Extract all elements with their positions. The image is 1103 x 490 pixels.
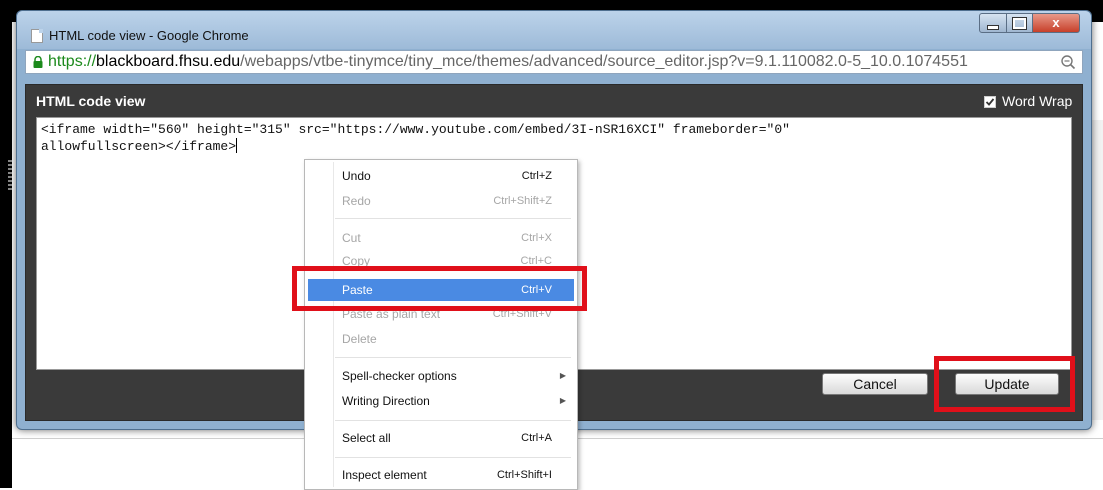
- paste-highlight-box: [292, 266, 587, 311]
- maximize-button[interactable]: [1006, 13, 1033, 33]
- menu-item-writing-direction[interactable]: Writing Direction ▶: [308, 390, 574, 412]
- code-text: <iframe width="560" height="315" src="ht…: [41, 122, 790, 154]
- url-path: /webapps/vtbe-tinymce/tiny_mce/themes/ad…: [240, 53, 968, 70]
- menu-separator: [335, 218, 571, 219]
- menu-item-redo[interactable]: Redo Ctrl+Shift+Z: [308, 190, 574, 212]
- resize-grip[interactable]: [8, 160, 12, 190]
- page-left-edge: [0, 22, 12, 488]
- update-highlight-box: [934, 356, 1075, 412]
- page-icon: [31, 29, 43, 43]
- url-scheme: https://: [48, 53, 97, 70]
- menu-item-spell-checker[interactable]: Spell-checker options ▶: [308, 365, 574, 387]
- address-bar[interactable]: https://blackboard.fhsu.edu/webapps/vtbe…: [25, 50, 1083, 74]
- menu-separator: [335, 420, 571, 421]
- window-title: HTML code view - Google Chrome: [49, 28, 249, 43]
- minimize-icon: [987, 25, 999, 30]
- menu-item-label: Inspect element: [342, 468, 427, 482]
- dialog-title: HTML code view: [36, 93, 146, 109]
- submenu-arrow-icon: ▶: [559, 396, 566, 405]
- context-menu: Undo Ctrl+Z Redo Ctrl+Shift+Z Cut Ctrl+X…: [304, 159, 578, 490]
- menu-item-delete[interactable]: Delete: [308, 328, 574, 350]
- menu-item-select-all[interactable]: Select all Ctrl+A: [308, 427, 574, 449]
- close-button[interactable]: x: [1032, 13, 1080, 33]
- menu-item-shortcut: Ctrl+Shift+Z: [493, 195, 552, 207]
- maximize-icon: [1012, 17, 1027, 30]
- menu-item-label: Spell-checker options: [342, 369, 457, 383]
- menu-item-shortcut: Ctrl+X: [521, 232, 552, 244]
- cancel-button[interactable]: Cancel: [822, 373, 928, 395]
- menu-item-undo[interactable]: Undo Ctrl+Z: [308, 165, 574, 187]
- word-wrap-checkbox[interactable]: [984, 96, 996, 108]
- menu-item-label: Undo: [342, 169, 371, 183]
- text-caret: [236, 138, 238, 153]
- menu-item-shortcut: Ctrl+Shift+I: [496, 469, 552, 481]
- menu-item-label: Cut: [342, 231, 361, 245]
- menu-item-shortcut: Ctrl+Z: [521, 170, 552, 182]
- menu-item-cut[interactable]: Cut Ctrl+X: [308, 227, 574, 249]
- zoom-icon[interactable]: [1060, 54, 1076, 70]
- close-icon: x: [1052, 15, 1060, 30]
- url-host: blackboard.fhsu.edu: [96, 53, 241, 70]
- minimize-button[interactable]: [979, 13, 1007, 33]
- window-titlebar[interactable]: HTML code view - Google Chrome x: [17, 11, 1091, 49]
- word-wrap-label[interactable]: Word Wrap: [1002, 93, 1072, 109]
- menu-item-label: Delete: [342, 332, 377, 346]
- menu-item-label: Redo: [342, 194, 371, 208]
- checkmark-icon: [985, 98, 995, 106]
- code-content: <iframe width="560" height="315" src="ht…: [41, 122, 1061, 155]
- menu-separator: [335, 357, 571, 358]
- menu-item-label: Select all: [342, 431, 391, 445]
- menu-item-inspect-element[interactable]: Inspect element Ctrl+Shift+I: [308, 464, 574, 486]
- menu-separator: [335, 457, 571, 458]
- lock-icon: [33, 56, 43, 68]
- submenu-arrow-icon: ▶: [559, 371, 566, 380]
- menu-item-shortcut: Ctrl+A: [521, 432, 552, 444]
- url-text: https://blackboard.fhsu.edu/webapps/vtbe…: [48, 53, 968, 71]
- menu-item-label: Writing Direction: [342, 394, 430, 408]
